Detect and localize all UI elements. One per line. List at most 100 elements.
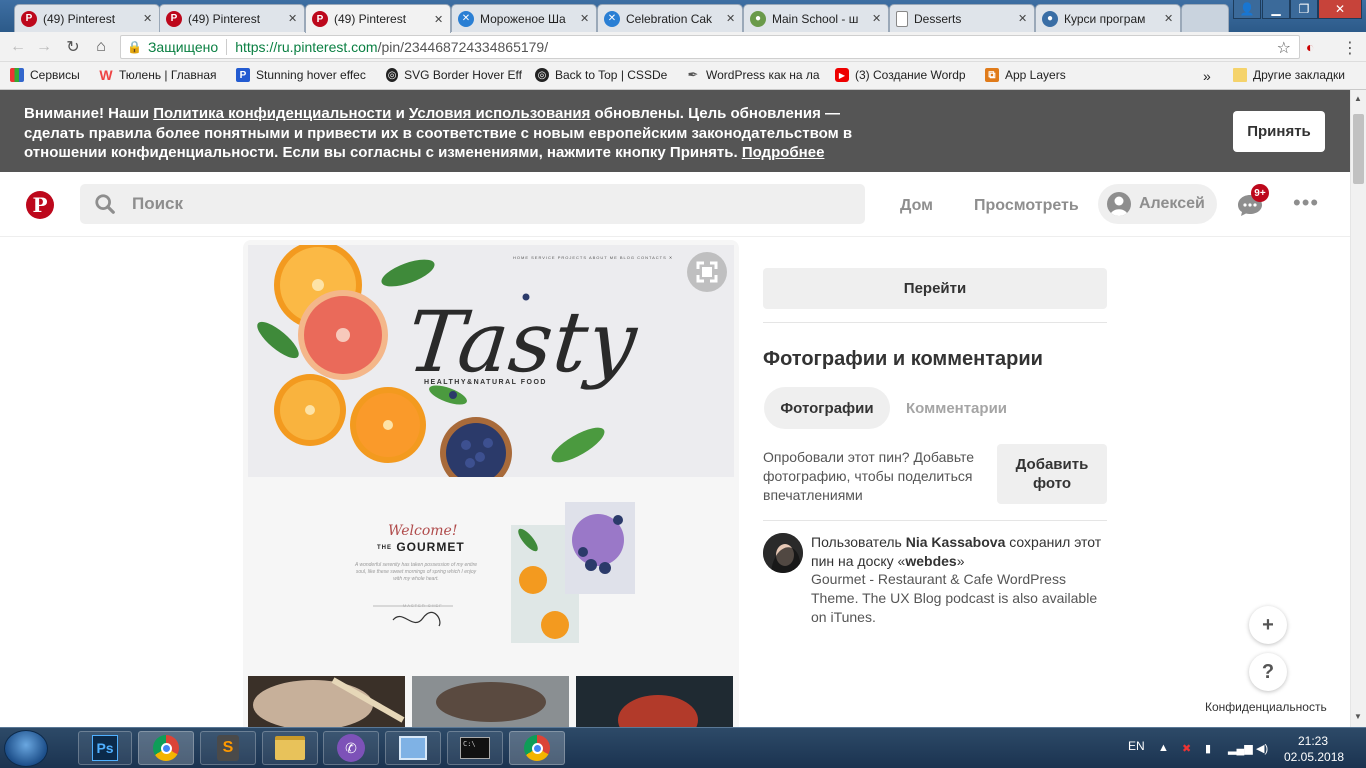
close-tab-icon[interactable]: ✕ <box>434 13 444 26</box>
search-input[interactable]: Поиск <box>80 184 865 224</box>
browser-tab[interactable]: P (49) Pinterest ✕ <box>14 4 160 32</box>
help-button[interactable]: ? <box>1249 653 1287 691</box>
tab-title: Мороженое Ша <box>480 11 566 26</box>
bookmark-star-icon[interactable]: ☆ <box>1277 38 1291 58</box>
photoshop-icon[interactable]: Ps <box>78 731 132 765</box>
new-tab-button[interactable] <box>1181 4 1229 32</box>
nav-browse[interactable]: Просмотреть <box>974 197 1079 215</box>
close-tab-icon[interactable]: ✕ <box>1018 12 1028 25</box>
browser-tab[interactable]: Desserts ✕ <box>889 4 1035 32</box>
document-favicon-icon <box>896 10 908 27</box>
more-options-icon[interactable]: ••• <box>1293 192 1319 214</box>
chrome-icon[interactable] <box>138 731 194 765</box>
minimize-icon[interactable]: ▁ <box>1262 0 1290 19</box>
user-profile-icon[interactable]: 👤 <box>1233 0 1261 19</box>
nav-home[interactable]: Дом <box>900 197 933 215</box>
close-tab-icon[interactable]: ✕ <box>726 12 736 25</box>
secure-label: Защищено <box>148 39 228 55</box>
close-tab-icon[interactable]: ✕ <box>143 12 153 25</box>
globe-favicon-icon: ● <box>750 10 766 27</box>
saver-avatar[interactable] <box>763 533 803 573</box>
close-tab-icon[interactable]: ✕ <box>288 12 298 25</box>
tab-comments[interactable]: Комментарии <box>906 400 1007 417</box>
bookmark-label: Back to Top | CSSDe <box>555 68 668 82</box>
control-panel-icon[interactable] <box>385 731 441 765</box>
system-clock[interactable]: 21:23 02.05.2018 <box>1284 733 1344 765</box>
bookmark-apps[interactable]: Сервисы <box>10 68 80 82</box>
scrollbar-thumb[interactable] <box>1353 114 1364 184</box>
extension-icon[interactable]: ◐ <box>1306 39 1324 55</box>
page-scrollbar[interactable]: ▲ ▼ <box>1350 90 1366 727</box>
add-photo-button[interactable]: Добавить фото <box>997 444 1107 504</box>
browser-tab[interactable]: ✕ Мороженое Ша ✕ <box>451 4 597 32</box>
volume-icon[interactable]: ◀) <box>1256 742 1268 755</box>
lock-icon: 🔒 <box>127 40 142 54</box>
explorer-icon[interactable] <box>262 731 318 765</box>
address-bar[interactable]: 🔒 Защищено https://ru.pinterest.com /pin… <box>120 35 1300 59</box>
tab-photos[interactable]: Фотографии <box>764 387 890 429</box>
browser-tab[interactable]: ● Курси програм ✕ <box>1035 4 1181 32</box>
scroll-up-icon[interactable]: ▲ <box>1354 94 1362 103</box>
cmd-icon[interactable]: C:\ <box>447 731 503 765</box>
close-tab-icon[interactable]: ✕ <box>580 12 590 25</box>
codepen-logo-icon: ◎ <box>386 68 399 82</box>
expand-image-icon[interactable] <box>687 252 727 292</box>
home-icon[interactable]: ⌂ <box>91 37 111 57</box>
bookmark-item[interactable]: ⧉ App Layers <box>985 68 1066 82</box>
browser-tab[interactable]: ✕ Celebration Cak ✕ <box>597 4 743 32</box>
browser-tab[interactable]: ● Main School - ш ✕ <box>743 4 889 32</box>
chrome-menu-icon[interactable]: ⋮ <box>1342 38 1358 58</box>
network-warning-icon[interactable]: ✖ <box>1182 742 1191 755</box>
tab-title: (49) Pinterest <box>188 11 261 26</box>
pinterest-logo-icon[interactable]: P <box>26 191 54 219</box>
banner-text-part: Внимание! Наши <box>24 105 154 122</box>
banner-text: Внимание! Наши Политика конфиденциальнос… <box>24 104 884 163</box>
bookmark-item[interactable]: W Тюлень | Главная <box>99 68 224 82</box>
forward-icon[interactable]: → <box>34 37 54 57</box>
bookmark-item[interactable]: P Stunning hover effec <box>236 68 372 82</box>
learn-more-link[interactable]: Подробнее <box>742 144 825 161</box>
terms-link[interactable]: Условия использования <box>409 105 590 122</box>
bookmark-item[interactable]: ✒ WordPress как на ла <box>686 68 822 82</box>
bookmark-item[interactable]: ▶ (3) Создание Wordp <box>835 68 971 82</box>
scroll-down-icon[interactable]: ▼ <box>1354 712 1362 721</box>
screen: P (49) Pinterest ✕ P (49) Pinterest ✕ P … <box>0 0 1366 768</box>
start-button-icon[interactable] <box>4 730 48 767</box>
visit-site-button[interactable]: Перейти <box>763 268 1107 309</box>
reload-icon[interactable]: ↻ <box>63 37 83 57</box>
browser-tab[interactable]: P (49) Pinterest ✕ <box>159 4 305 32</box>
language-indicator[interactable]: EN <box>1128 739 1145 753</box>
saver-name-link[interactable]: Nia Kassabova <box>906 534 1006 550</box>
signal-icon[interactable]: ▂▄▆ <box>1228 742 1253 755</box>
tray-expand-icon[interactable]: ▲ <box>1158 742 1169 754</box>
codepen-logo-icon: ◎ <box>535 68 549 82</box>
close-window-icon[interactable]: ✕ <box>1318 0 1362 19</box>
pin-image[interactable]: HOME SERVICE PROJECTS ABOUT ME BLOG CONT… <box>243 240 739 727</box>
viber-icon[interactable]: ✆ <box>323 731 379 765</box>
bookmark-item[interactable]: ◎ Back to Top | CSSDe <box>535 68 671 82</box>
search-placeholder: Поиск <box>132 194 184 213</box>
divider <box>763 520 1107 521</box>
chrome-icon[interactable] <box>509 731 565 765</box>
sublime-icon[interactable]: S <box>200 731 256 765</box>
close-tab-icon[interactable]: ✕ <box>872 12 882 25</box>
close-tab-icon[interactable]: ✕ <box>1164 12 1174 25</box>
tab-title: Main School - ш <box>772 11 859 26</box>
privacy-link[interactable]: Конфиденциальность <box>1205 700 1327 714</box>
back-icon[interactable]: ← <box>8 37 28 57</box>
board-link[interactable]: webdes <box>905 553 956 569</box>
bookmarks-overflow-button[interactable]: » <box>1203 68 1211 84</box>
privacy-policy-link[interactable]: Политика конфиденциальности <box>153 105 391 122</box>
accept-button[interactable]: Принять <box>1233 111 1325 152</box>
other-bookmarks[interactable]: Другие закладки <box>1233 68 1345 82</box>
browser-tab-active[interactable]: P (49) Pinterest ✕ <box>305 4 451 33</box>
app-layers-logo-icon: ⧉ <box>985 68 999 82</box>
restore-icon[interactable]: ❐ <box>1290 0 1318 19</box>
saver-text-part: Пользователь <box>811 534 906 550</box>
notification-badge: 9+ <box>1251 184 1269 202</box>
profile-button[interactable]: Алексей <box>1098 184 1217 224</box>
create-pin-button[interactable]: + <box>1249 606 1287 644</box>
bookmark-item[interactable]: ◎ SVG Border Hover Eff <box>386 68 522 82</box>
tab-strip: P (49) Pinterest ✕ P (49) Pinterest ✕ P … <box>0 0 1366 33</box>
battery-icon[interactable]: ▮ <box>1205 742 1211 755</box>
